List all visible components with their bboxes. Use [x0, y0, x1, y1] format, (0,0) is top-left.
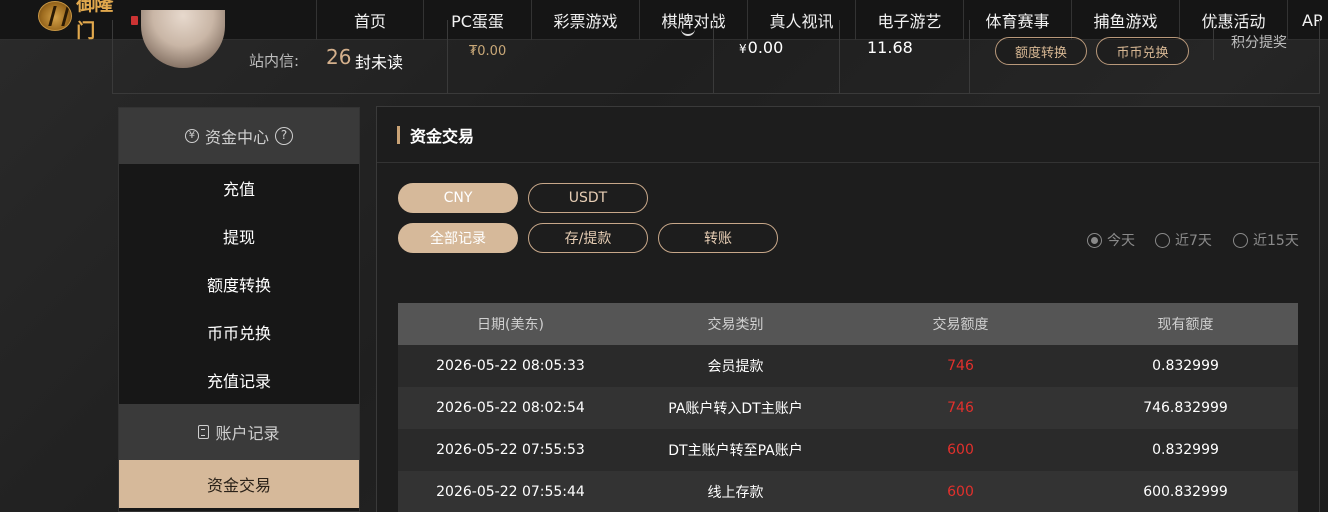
- page-title: 资金交易: [377, 107, 1319, 163]
- yen-icon: ¥: [184, 129, 199, 143]
- sidebar-item-deposit[interactable]: 充值: [119, 164, 359, 212]
- cell-balance: 0.832999: [1152, 358, 1219, 374]
- radio-icon: [1233, 232, 1248, 248]
- cell-type: PA账户转入DT主账户: [668, 401, 803, 417]
- column-header-date: 日期(美东): [477, 317, 544, 333]
- divider: [713, 20, 714, 94]
- document-icon: [198, 425, 210, 439]
- divider: [839, 20, 840, 94]
- avatar[interactable]: [141, 10, 225, 68]
- table-row: 2026-05-22 07:55:44 线上存款 600 600.832999: [398, 471, 1298, 512]
- mail-unread-label: 封未读: [355, 53, 404, 72]
- cell-amount: 600: [947, 442, 974, 458]
- mail-label: 站内信:: [249, 52, 300, 70]
- cell-date: 2026-05-22 08:02:54: [436, 400, 585, 416]
- radio-icon: [1155, 232, 1170, 248]
- range-today[interactable]: 今天: [1087, 230, 1135, 250]
- range-7-days[interactable]: 近7天: [1155, 230, 1212, 250]
- secondary-balance: 11.68: [867, 38, 913, 57]
- sidebar: ¥ 资金中心 ? 充值 提现 额度转换 币币兑换 充值记录 账户记录 资金交易: [118, 107, 360, 512]
- cell-amount: 746: [947, 358, 974, 374]
- cell-amount: 600: [947, 484, 974, 500]
- cell-date: 2026-05-22 08:05:33: [436, 358, 585, 374]
- table-header: 日期(美东) 交易类别 交易额度 现有额度: [398, 303, 1298, 345]
- help-icon[interactable]: ?: [275, 127, 293, 145]
- sidebar-header-label: 资金中心: [204, 128, 269, 147]
- sidebar-header-account-records: 账户记录: [119, 404, 359, 460]
- sidebar-item-transfer[interactable]: 额度转换: [119, 260, 359, 308]
- sidebar-item-deposit-records[interactable]: 充值记录: [119, 356, 359, 404]
- tab-transfer[interactable]: 转账: [658, 223, 778, 253]
- range-label: 近7天: [1175, 233, 1212, 249]
- range-label: 今天: [1107, 233, 1135, 249]
- cell-date: 2026-05-22 07:55:53: [436, 442, 585, 458]
- column-header-type: 交易类别: [707, 317, 764, 333]
- sidebar-header-label: 账户记录: [215, 424, 280, 443]
- user-info-bar: 站内信: 26 封未读 ₮0.00 ¥0.00 11.68 额度转换 币币兑换 …: [112, 10, 1320, 94]
- tab-cny[interactable]: CNY: [398, 183, 518, 213]
- refresh-icon[interactable]: [681, 26, 695, 36]
- sidebar-item-withdraw[interactable]: 提现: [119, 212, 359, 260]
- column-header-amount: 交易额度: [932, 317, 989, 333]
- cell-type: 线上存款: [707, 485, 764, 501]
- sidebar-header-fund-center: ¥ 资金中心 ?: [119, 108, 359, 164]
- column-header-balance: 现有额度: [1157, 317, 1214, 333]
- cell-amount: 746: [947, 400, 974, 416]
- logo-emblem-icon: [38, 1, 73, 31]
- sidebar-item-fund-transactions[interactable]: 资金交易: [119, 460, 359, 508]
- cell-balance: 0.832999: [1152, 442, 1219, 458]
- transactions-table: 日期(美东) 交易类别 交易额度 现有额度 2026-05-22 08:05:3…: [398, 303, 1298, 512]
- range-15-days[interactable]: 近15天: [1233, 230, 1299, 250]
- cell-balance: 600.832999: [1143, 484, 1228, 500]
- table-row: 2026-05-22 08:02:54 PA账户转入DT主账户 746 746.…: [398, 387, 1298, 429]
- cell-type: DT主账户转至PA账户: [668, 443, 803, 459]
- divider: [969, 20, 970, 94]
- tab-deposit-withdraw[interactable]: 存/提款: [528, 223, 648, 253]
- cell-type: 会员提款: [707, 359, 764, 375]
- tab-usdt[interactable]: USDT: [528, 183, 648, 213]
- currency-symbol: ¥: [739, 42, 747, 56]
- points-reward-link[interactable]: 积分提奖: [1231, 32, 1287, 52]
- fund-transactions-panel: 资金交易 CNY USDT 全部记录 存/提款 转账 今天 近7天 近15天 日…: [376, 106, 1320, 512]
- range-label: 近15天: [1253, 233, 1299, 249]
- cell-date: 2026-05-22 07:55:44: [436, 484, 585, 500]
- exchange-button[interactable]: 币币兑换: [1096, 37, 1189, 65]
- main-balance: ¥0.00: [739, 38, 783, 57]
- radio-checked-icon: [1087, 232, 1102, 248]
- main-balance-value: 0.00: [747, 38, 784, 57]
- mail-count[interactable]: 26: [326, 45, 351, 69]
- table-row: 2026-05-22 08:05:33 会员提款 746 0.832999: [398, 345, 1298, 387]
- tab-all-records[interactable]: 全部记录: [398, 223, 518, 253]
- transfer-button[interactable]: 额度转换: [995, 37, 1087, 65]
- cell-balance: 746.832999: [1143, 400, 1228, 416]
- usdt-balance: ₮0.00: [469, 44, 507, 59]
- sidebar-item-exchange[interactable]: 币币兑换: [119, 308, 359, 356]
- divider: [447, 20, 448, 94]
- table-row: 2026-05-22 07:55:53 DT主账户转至PA账户 600 0.83…: [398, 429, 1298, 471]
- divider: [1213, 20, 1214, 60]
